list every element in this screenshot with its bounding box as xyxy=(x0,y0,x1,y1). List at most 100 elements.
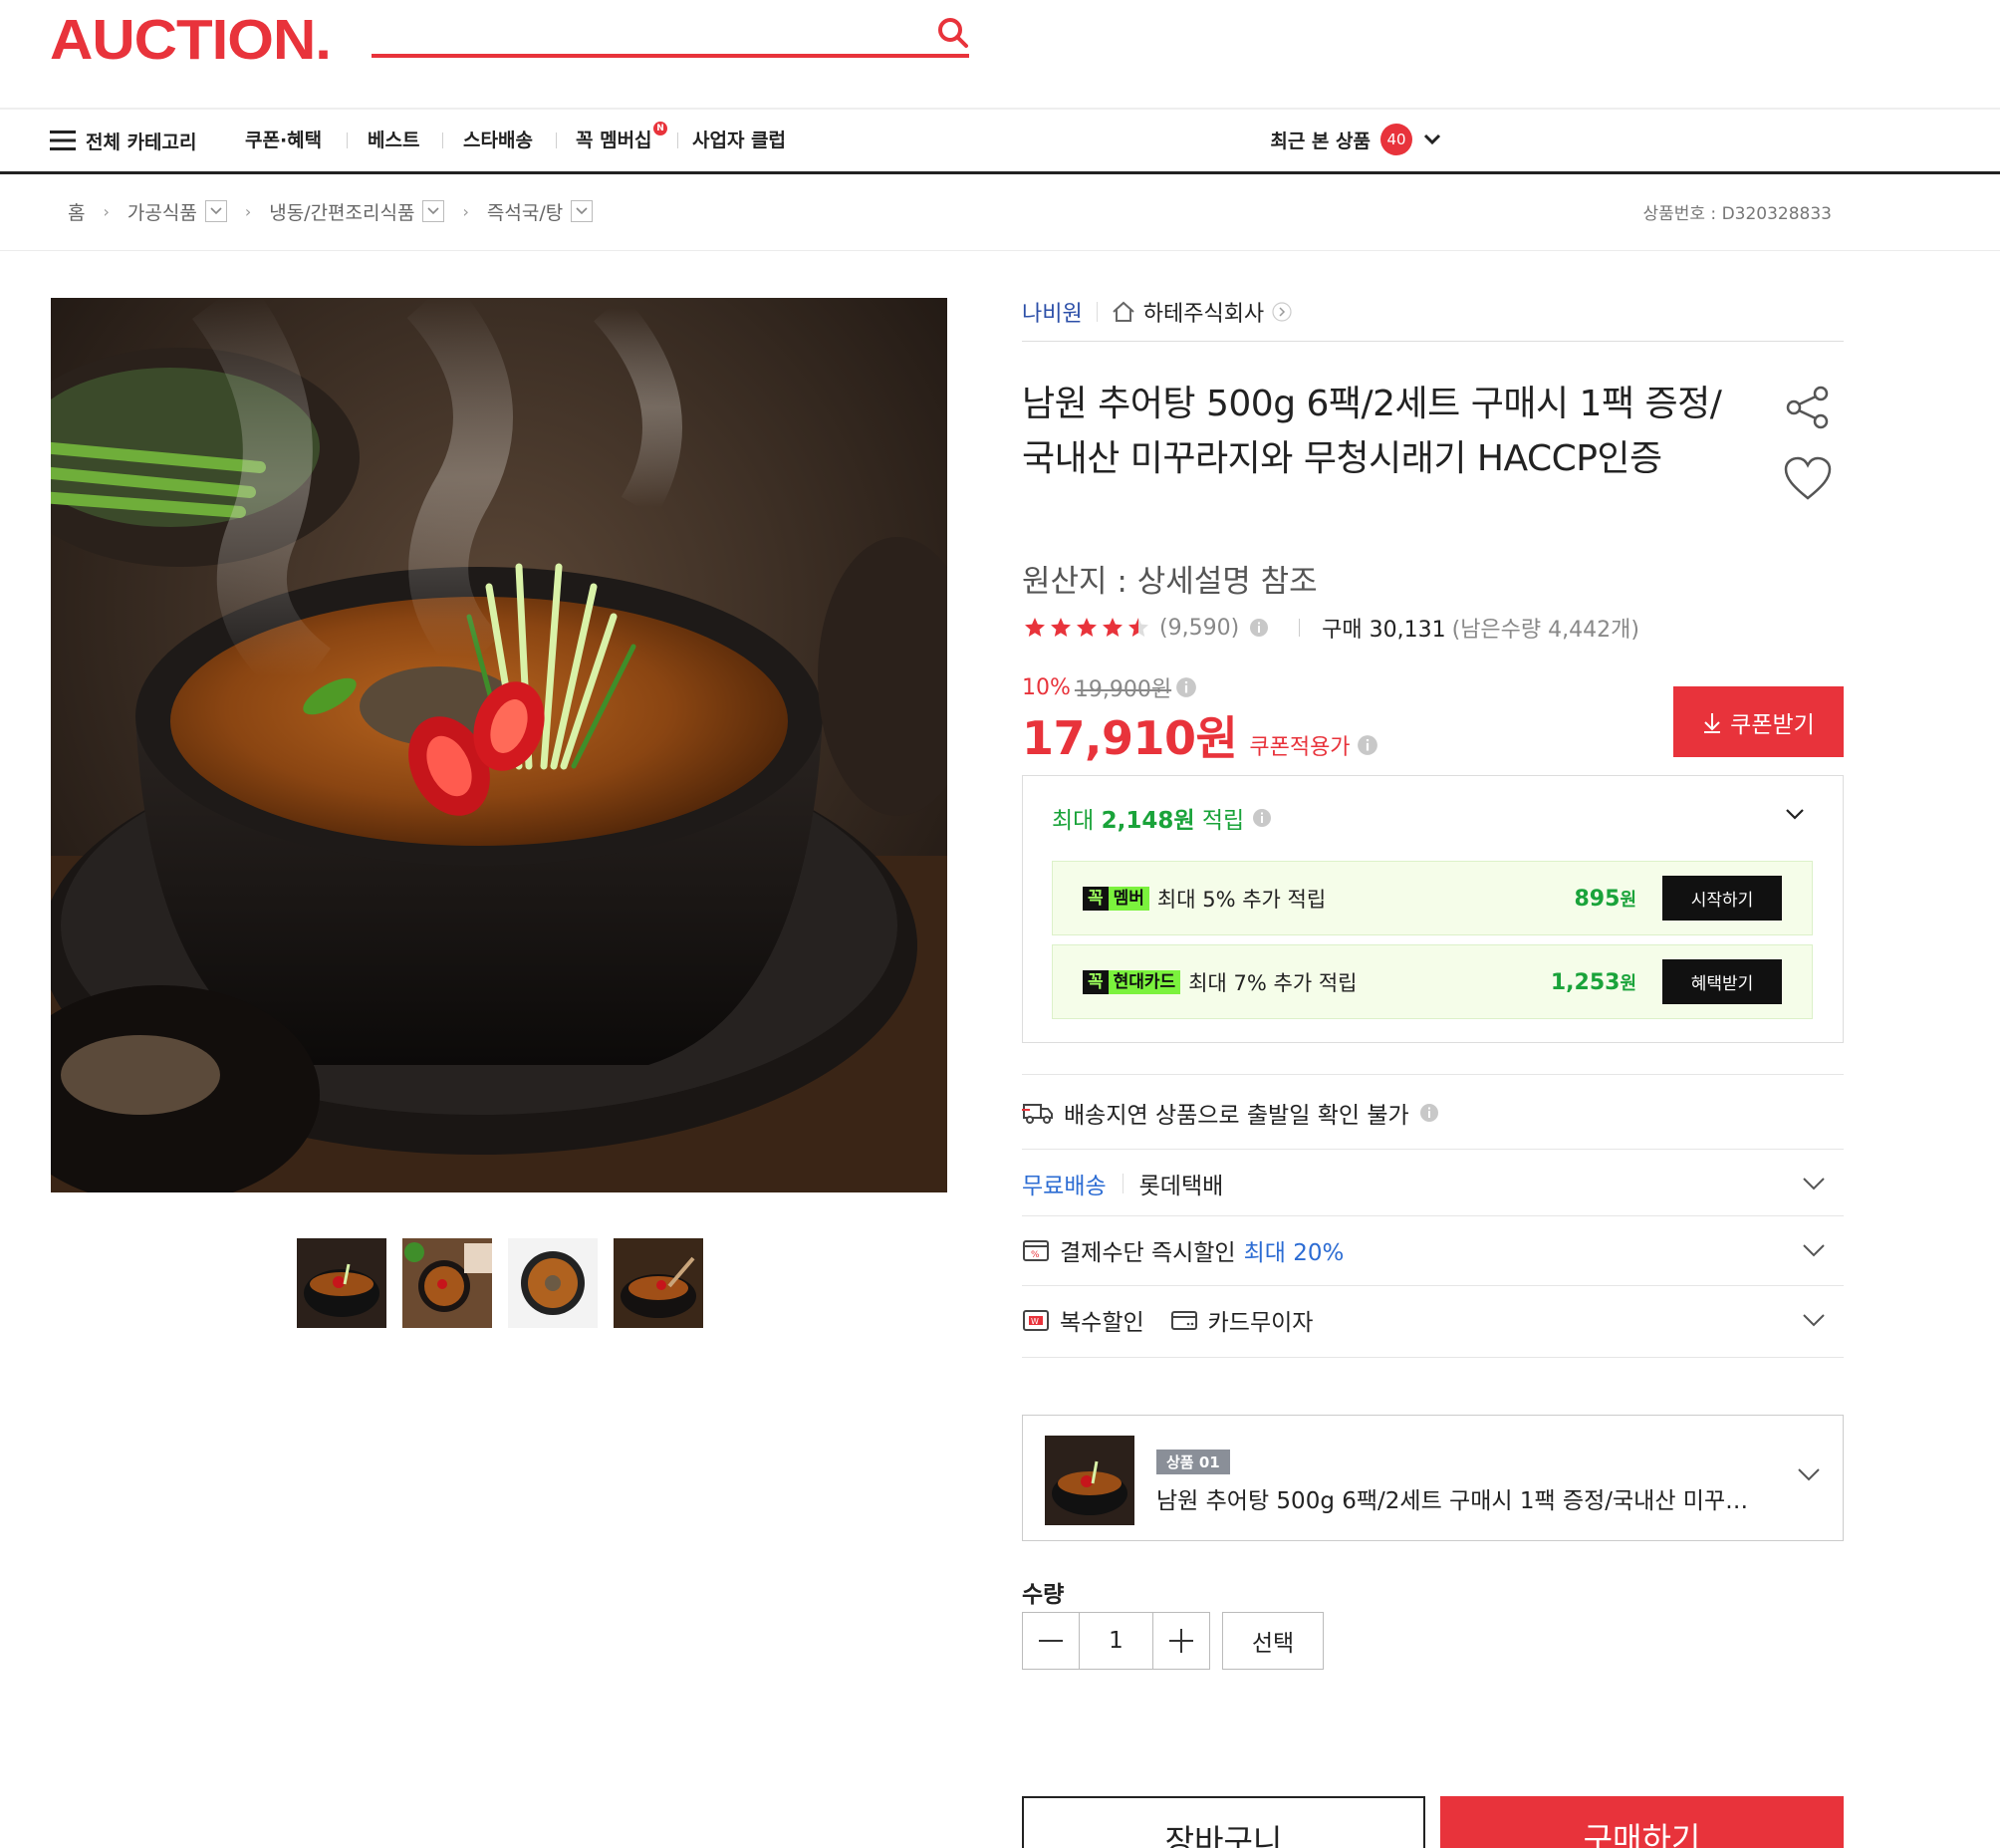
share-icon[interactable] xyxy=(1785,385,1831,430)
quantity-input[interactable]: 1 xyxy=(1079,1613,1153,1669)
card-icon xyxy=(1170,1308,1198,1332)
sale-price: 17,910원 xyxy=(1022,711,1238,765)
info-icon[interactable] xyxy=(1252,808,1272,828)
chevron-down-icon[interactable] xyxy=(1797,1467,1821,1481)
info-icon[interactable] xyxy=(1249,618,1269,638)
max-reward: 최대 2,148원 적립 xyxy=(1052,801,1272,835)
nav-separator xyxy=(442,132,443,148)
info-icon[interactable] xyxy=(1419,1103,1439,1123)
download-icon xyxy=(1702,711,1722,733)
search-input[interactable] xyxy=(372,54,969,58)
start-membership-button[interactable]: 시작하기 xyxy=(1662,876,1782,921)
nav-coupon-benefit[interactable]: 쿠폰·혜택 xyxy=(245,126,322,155)
reward-amount-value: 895 xyxy=(1574,886,1621,912)
thumbnail-2[interactable] xyxy=(402,1238,492,1328)
reward-amount: 895원 xyxy=(1575,886,1637,912)
coupon-button-label: 쿠폰받기 xyxy=(1730,711,1815,738)
recent-count-badge: 40 xyxy=(1380,124,1412,155)
multi-discount-label: 복수할인 xyxy=(1060,1310,1144,1336)
separator xyxy=(1122,1174,1124,1193)
search-icon[interactable] xyxy=(936,16,970,50)
nav-separator xyxy=(556,132,557,148)
breadcrumb-home[interactable]: 홈 xyxy=(68,198,85,225)
price-row: 17,910원 쿠폰적용가 xyxy=(1022,702,1378,768)
chevron-right-icon: › xyxy=(462,201,469,221)
divider xyxy=(1022,1285,1844,1286)
new-badge: N xyxy=(653,122,667,135)
option-selector[interactable] xyxy=(1022,1415,1844,1541)
multi-discount-icon: W xyxy=(1022,1308,1050,1332)
separator xyxy=(1096,302,1098,322)
product-number: 상품번호 : D320328833 xyxy=(1642,204,1832,224)
dropdown-icon[interactable] xyxy=(422,200,445,222)
hamburger-icon xyxy=(50,130,76,151)
coupon-download-button[interactable]: 쿠폰받기 xyxy=(1673,686,1844,757)
info-divider xyxy=(1022,341,1844,342)
recent-products-button[interactable]: 최근 본 상품 40 xyxy=(1270,124,1442,155)
info-icon[interactable] xyxy=(1175,676,1197,698)
dropdown-icon[interactable] xyxy=(571,200,594,222)
heart-icon[interactable] xyxy=(1783,456,1833,502)
reward-amount-value: 1,253 xyxy=(1550,969,1621,995)
star-icon xyxy=(1025,618,1045,637)
increase-button[interactable] xyxy=(1153,1613,1209,1669)
chevron-down-icon xyxy=(1422,132,1442,146)
coupon-price-label: 쿠폰적용가 xyxy=(1249,729,1377,761)
star-icon xyxy=(1077,618,1097,637)
chevron-down-icon xyxy=(1802,1177,1826,1190)
shipping-notice: 배송지연 상품으로 출발일 확인 불가 xyxy=(1022,1096,1439,1130)
divider xyxy=(1022,1074,1844,1075)
get-benefit-button[interactable]: 혜택받기 xyxy=(1662,959,1782,1004)
option-tag: 상품 01 xyxy=(1156,1450,1230,1474)
payment-discount-highlight: 최대 20% xyxy=(1243,1240,1345,1266)
star-icon xyxy=(1128,618,1148,637)
select-button[interactable]: 선택 xyxy=(1222,1612,1324,1670)
quantity-label: 수량 xyxy=(1022,1582,1065,1608)
nav-membership[interactable]: 꼭 멤버십 xyxy=(576,126,652,155)
shipping-notice-text: 배송지연 상품으로 출발일 확인 불가 xyxy=(1064,1103,1409,1129)
all-categories-button[interactable]: 전체 카테고리 xyxy=(50,126,197,155)
nav-best[interactable]: 베스트 xyxy=(368,126,419,155)
review-count[interactable]: (9,590) xyxy=(1159,616,1239,641)
brand-link[interactable]: 나비원 xyxy=(1022,296,1083,328)
delivery-option-row[interactable]: 무료배송 롯데택배 xyxy=(1022,1154,1844,1213)
payment-discount-row[interactable]: % 결제수단 즉시할인 최대 20% xyxy=(1022,1220,1844,1280)
coupon-price-text: 쿠폰적용가 xyxy=(1249,735,1351,760)
store-link[interactable]: 하테주식회사 xyxy=(1112,296,1292,328)
nav-bottom-border xyxy=(0,171,2000,174)
option-name: 남원 추어탕 500g 6팩/2세트 구매시 1팩 증정/국내산 미꾸라지... xyxy=(1156,1488,1764,1514)
chevron-right-icon: › xyxy=(244,201,252,221)
info-icon[interactable] xyxy=(1357,734,1378,756)
thumbnail-3[interactable] xyxy=(508,1238,598,1328)
auction-logo[interactable]: AUCTION. xyxy=(50,11,332,69)
quantity-stepper: 1 xyxy=(1022,1612,1210,1670)
product-title: 남원 추어탕 500g 6팩/2세트 구매시 1팩 증정/국내산 미꾸라지와 무… xyxy=(1022,384,1722,479)
buy-now-button[interactable]: 구매하기 xyxy=(1440,1796,1844,1848)
thumbnail-1[interactable] xyxy=(297,1238,386,1328)
add-to-cart-button[interactable]: 장바구니 xyxy=(1022,1796,1425,1848)
breadcrumb-level-2[interactable]: 냉동/간편조리식품 xyxy=(269,198,445,225)
chevron-right-icon: › xyxy=(103,201,110,221)
thumbnail-4[interactable] xyxy=(614,1238,703,1328)
breadcrumb-level-3[interactable]: 즉석국/탕 xyxy=(487,198,594,225)
rating-stars[interactable] xyxy=(1022,616,1151,640)
all-categories-label: 전체 카테고리 xyxy=(86,131,197,153)
chevron-down-icon[interactable] xyxy=(1785,807,1805,827)
divider xyxy=(1022,1357,1844,1358)
breadcrumb-level-1[interactable]: 가공식품 xyxy=(127,198,227,225)
breadcrumb-divider xyxy=(0,250,2000,251)
svg-text:W: W xyxy=(1031,1317,1039,1326)
membership-reward-row: 꼭 멤버 최대 5% 추가 적립 895원 시작하기 xyxy=(1052,861,1813,935)
purchase-count: 구매 30,131 xyxy=(1322,618,1446,643)
reward-amount-unit: 원 xyxy=(1620,972,1636,994)
extra-benefit-row[interactable]: W 복수할인 카드무이자 xyxy=(1022,1290,1844,1350)
store-name: 하테주식회사 xyxy=(1142,302,1265,327)
nav-separator xyxy=(347,132,348,148)
decrease-button[interactable] xyxy=(1023,1613,1079,1669)
main-product-image[interactable] xyxy=(51,298,947,1192)
nav-business-club[interactable]: 사업자 클럽 xyxy=(692,126,786,155)
dropdown-icon[interactable] xyxy=(204,200,227,222)
tag-label: 꼭 xyxy=(1083,969,1109,994)
rating-row: (9,590) 구매 30,131 (남은수량 4,442개) xyxy=(1022,613,1639,643)
nav-star-delivery[interactable]: 스타배송 xyxy=(463,126,533,155)
